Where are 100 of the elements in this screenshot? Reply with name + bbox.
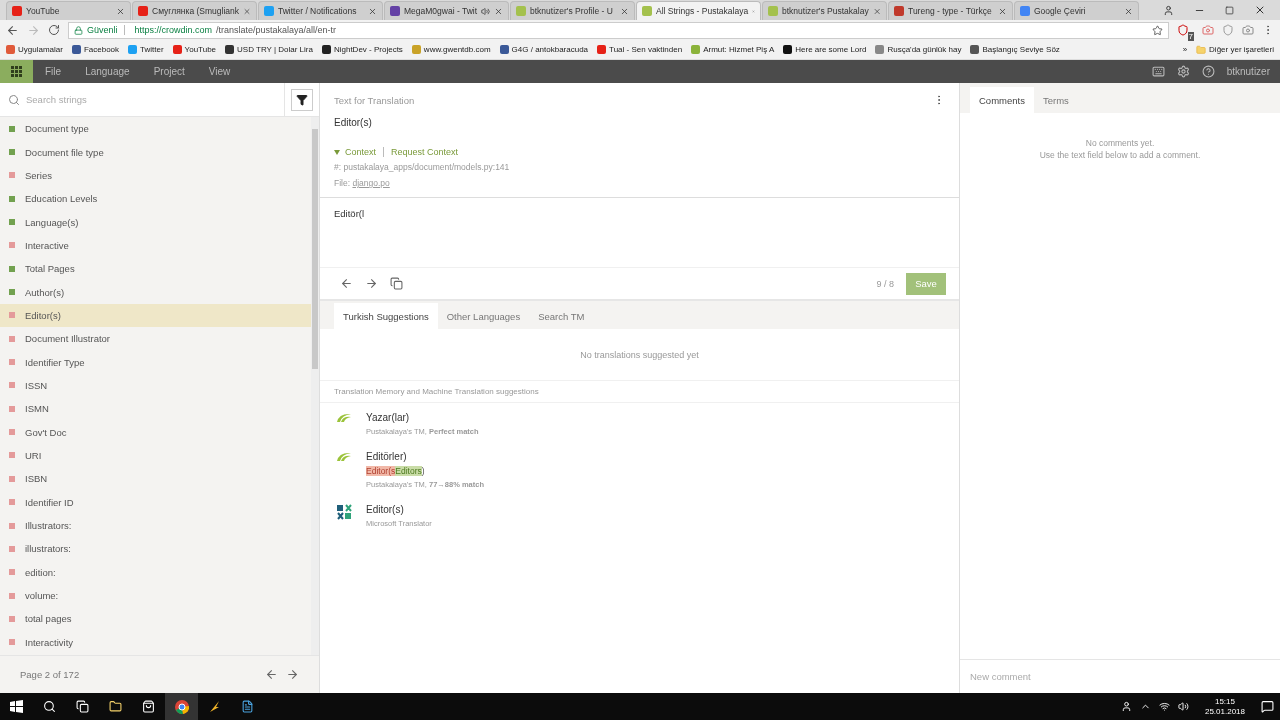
- browser-tab[interactable]: YouTube: [6, 1, 131, 20]
- bookmark[interactable]: NightDev - Projects: [321, 45, 403, 54]
- notifications-icon[interactable]: [1261, 700, 1274, 713]
- close-icon[interactable]: [494, 6, 503, 16]
- string-item[interactable]: Author(s): [0, 280, 311, 304]
- browser-tab[interactable]: btknutizer's Profile - U: [510, 1, 635, 20]
- more-bookmarks[interactable]: »: [1182, 45, 1188, 54]
- close-icon[interactable]: [998, 6, 1007, 16]
- suggestion-tab[interactable]: Other Languages: [437, 303, 530, 329]
- user-name[interactable]: btknutizer: [1226, 66, 1270, 77]
- string-item[interactable]: Document Illustrator: [0, 327, 311, 351]
- string-item[interactable]: Editor(s): [0, 303, 311, 328]
- help-icon[interactable]: [1201, 65, 1215, 78]
- string-item[interactable]: Education Levels: [0, 187, 311, 211]
- string-item[interactable]: edition:: [0, 560, 311, 584]
- string-item[interactable]: Language(s): [0, 210, 311, 234]
- next-page-icon[interactable]: [286, 668, 299, 681]
- string-item[interactable]: Identifier Type: [0, 350, 311, 374]
- bookmark[interactable]: Uygulamalar: [6, 45, 63, 54]
- previous-icon[interactable]: [340, 277, 353, 290]
- browser-tab[interactable]: Twitter / Notifications: [258, 1, 383, 20]
- suggestion-tab[interactable]: Turkish Suggestions: [334, 303, 438, 329]
- folder-icon: [1196, 44, 1207, 55]
- string-item[interactable]: illustrators:: [0, 537, 311, 561]
- string-item[interactable]: URI: [0, 443, 311, 468]
- bookmark[interactable]: Facebook: [71, 45, 120, 54]
- browser-tab[interactable]: MegaM0gwai - Twit: [384, 1, 509, 20]
- panel-tab[interactable]: Comments: [970, 87, 1034, 113]
- browser-tab[interactable]: Смуглянка (Smugliank: [132, 1, 257, 20]
- keyboard-icon[interactable]: [1151, 65, 1165, 78]
- bookmark[interactable]: USD TRY | Dolar Lira: [225, 45, 313, 54]
- request-context-link[interactable]: Request Context: [391, 147, 459, 157]
- network-icon[interactable]: [1158, 701, 1170, 712]
- string-item[interactable]: ISMN: [0, 397, 311, 421]
- people-icon[interactable]: [1120, 701, 1132, 712]
- scrollbar[interactable]: [311, 117, 319, 655]
- close-icon[interactable]: [1254, 4, 1266, 16]
- settings-icon[interactable]: [1176, 65, 1190, 78]
- browser-tab[interactable]: btknutizer's Pustakalay: [762, 1, 887, 20]
- other-bookmarks[interactable]: Diğer yer işaretleri: [1196, 44, 1274, 55]
- copy-source-icon[interactable]: [390, 277, 403, 290]
- maximize-icon[interactable]: [1225, 5, 1234, 15]
- wave-logo-icon: [336, 412, 352, 424]
- string-item[interactable]: Identifier ID: [0, 490, 311, 514]
- string-item[interactable]: volume:: [0, 583, 311, 608]
- camera-icon[interactable]: [1242, 24, 1254, 36]
- bookmark[interactable]: Twitter: [128, 45, 164, 54]
- next-icon[interactable]: [365, 277, 378, 290]
- suggestion-tab[interactable]: Search TM: [529, 303, 594, 329]
- context-path: #: pustakalaya_apps/document/models.py:141: [334, 162, 510, 172]
- string-item[interactable]: Illustrators:: [0, 513, 311, 538]
- string-item[interactable]: total pages: [0, 607, 311, 631]
- back-icon[interactable]: [6, 23, 19, 37]
- bookmark[interactable]: YouTube: [172, 45, 217, 54]
- bookmark[interactable]: G4G / antokbaracuda: [499, 45, 589, 54]
- menu-item[interactable]: Project: [141, 66, 197, 77]
- string-item[interactable]: Document type: [0, 117, 311, 141]
- browser-icon[interactable]: [165, 693, 198, 720]
- close-icon[interactable]: [620, 6, 629, 16]
- bookmark[interactable]: Armut: Hizmet Piş A: [691, 45, 775, 54]
- filter-button[interactable]: [291, 88, 313, 111]
- context-link[interactable]: Context: [345, 147, 377, 157]
- bookmark[interactable]: Here are some Lord: [783, 45, 867, 54]
- close-icon[interactable]: [368, 6, 377, 16]
- menu-item[interactable]: File: [33, 66, 74, 77]
- browser-tab[interactable]: All Strings - Pustakalaya: [636, 1, 761, 20]
- browser-tab[interactable]: Tureng - type - Türkçe: [888, 1, 1013, 20]
- wave-logo-icon: [336, 451, 352, 463]
- string-item[interactable]: Gov't Doc: [0, 420, 311, 444]
- suggestion-text: Editörler): [366, 451, 408, 462]
- extension-icon[interactable]: [1202, 24, 1214, 36]
- address-bar[interactable]: Güvenli https://crowdin.com /translate/pustakalaya/all/en-tr: [68, 21, 1169, 39]
- browser-tab[interactable]: Google Çeviri: [1014, 1, 1139, 20]
- translate-icon: [336, 504, 352, 520]
- menu-item[interactable]: Language: [73, 66, 142, 77]
- reload-icon[interactable]: [48, 24, 60, 36]
- previous-page-icon[interactable]: [265, 668, 278, 681]
- string-item[interactable]: Series: [0, 163, 311, 188]
- bookmark-star-icon[interactable]: [1152, 24, 1163, 36]
- speaker-icon[interactable]: [481, 6, 491, 16]
- close-icon[interactable]: [116, 6, 125, 16]
- string-item[interactable]: Interactivity: [0, 630, 311, 654]
- caret-icon[interactable]: [334, 149, 340, 155]
- volume-icon[interactable]: [1177, 701, 1189, 712]
- profile-icon[interactable]: [1163, 4, 1174, 16]
- suggestion-text: Yazar(lar): [366, 412, 411, 423]
- bookmark[interactable]: Tual - Sen vaktinden: [597, 45, 683, 54]
- string-item[interactable]: Interactive: [0, 233, 311, 258]
- apps-grid-icon[interactable]: [0, 60, 33, 83]
- clock[interactable]: 15:15 25.01.2018: [1196, 696, 1253, 717]
- menu-item[interactable]: View: [196, 66, 243, 77]
- bookmark[interactable]: www.gwentdb.com: [411, 45, 491, 54]
- string-item[interactable]: Total Pages: [0, 257, 311, 281]
- string-item[interactable]: ISSN: [0, 373, 311, 398]
- bookmark[interactable]: Başlangıç Seviye Söz: [970, 45, 1060, 54]
- string-item[interactable]: ISBN: [0, 467, 311, 491]
- close-icon[interactable]: [1124, 6, 1133, 16]
- panel-tab[interactable]: Terms: [1033, 87, 1078, 113]
- bookmark[interactable]: Rusça'da günlük hay: [875, 45, 962, 54]
- string-item[interactable]: Document file type: [0, 140, 311, 164]
